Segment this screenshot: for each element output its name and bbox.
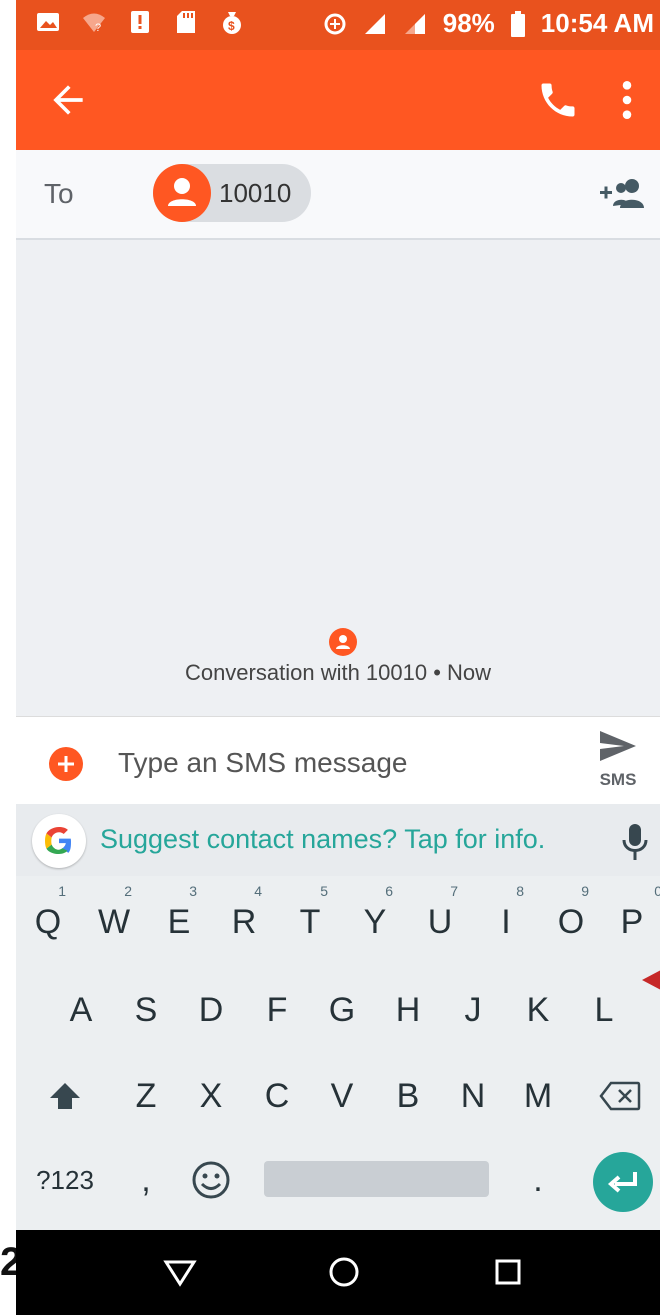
svg-text:$: $ (228, 19, 235, 33)
backspace-key[interactable] (588, 1056, 652, 1136)
key-g[interactable]: G (310, 970, 374, 1050)
key-d[interactable]: D (179, 970, 243, 1050)
key-a[interactable]: A (49, 970, 113, 1050)
image-icon (37, 13, 59, 31)
conversation-area: Conversation with 10010 • Now (16, 240, 660, 716)
sd-card-icon (177, 11, 195, 33)
shift-icon (50, 1083, 80, 1109)
comma-key[interactable]: , (114, 1140, 178, 1220)
emoji-icon (192, 1161, 230, 1199)
compose-bar: SMS (16, 716, 660, 805)
key-m[interactable]: M (506, 1056, 570, 1136)
backspace-icon (599, 1081, 641, 1111)
battery-icon (510, 10, 525, 37)
key-t[interactable]: T5 (278, 882, 342, 962)
money-bag-icon: $ (223, 12, 241, 34)
period-key[interactable]: . (506, 1140, 570, 1220)
conversation-avatar (329, 628, 357, 656)
key-o[interactable]: O9 (539, 882, 603, 962)
key-v[interactable]: V (310, 1056, 374, 1136)
pointer-arrow-icon (642, 970, 660, 990)
navigation-bar (16, 1230, 660, 1315)
message-input[interactable] (118, 745, 548, 781)
key-r[interactable]: R4 (212, 882, 276, 962)
edge-text: 2 (0, 1240, 16, 1284)
enter-icon (607, 1172, 637, 1193)
key-c[interactable]: C (245, 1056, 309, 1136)
key-k[interactable]: K (506, 970, 570, 1050)
enter-key[interactable] (593, 1152, 653, 1212)
signal-icon (404, 13, 425, 34)
key-l[interactable]: L (572, 970, 636, 1050)
key-w[interactable]: W2 (82, 882, 146, 962)
send-icon (600, 731, 636, 761)
data-saver-icon (324, 13, 346, 34)
person-icon (336, 635, 350, 649)
home-circle-icon[interactable] (326, 1254, 362, 1290)
svg-text:?: ? (95, 22, 101, 34)
status-bar: ? $ 98% 10:54 AM (16, 0, 660, 50)
back-triangle-icon[interactable] (162, 1254, 198, 1290)
clock: 10:54 AM (540, 8, 654, 38)
google-logo-icon[interactable] (32, 814, 86, 868)
key-s[interactable]: S (114, 970, 178, 1050)
recents-square-icon[interactable] (490, 1254, 526, 1290)
phone-icon[interactable] (536, 78, 580, 122)
keyboard: Q1 W2 E3 R4 T5 Y6 U7 I8 O9 P0 A S D F G … (16, 876, 660, 1230)
key-u[interactable]: U7 (408, 882, 472, 962)
key-p[interactable]: P0 (604, 882, 660, 962)
key-x[interactable]: X (179, 1056, 243, 1136)
key-q[interactable]: Q1 (16, 882, 80, 962)
recipient-bar: To 10010 (16, 150, 660, 240)
key-e[interactable]: E3 (147, 882, 211, 962)
signal-icon (364, 13, 385, 34)
alert-icon (131, 11, 149, 33)
wifi-question-icon: ? (83, 13, 105, 34)
key-z[interactable]: Z (114, 1056, 178, 1136)
key-j[interactable]: J (441, 970, 505, 1050)
suggestion-text[interactable]: Suggest contact names? Tap for info. (100, 824, 545, 855)
recipient-chip-label: 10010 (219, 178, 292, 208)
send-label: SMS (599, 770, 637, 789)
back-arrow-icon[interactable] (46, 78, 90, 122)
key-i[interactable]: I8 (474, 882, 538, 962)
emoji-key[interactable] (179, 1140, 243, 1220)
to-label: To (44, 178, 74, 209)
suggestion-strip[interactable]: Suggest contact names? Tap for info. (16, 804, 660, 876)
key-h[interactable]: H (376, 970, 440, 1050)
attach-button[interactable] (49, 747, 83, 781)
avatar (153, 164, 211, 222)
app-bar (16, 50, 660, 150)
plus-icon (58, 756, 74, 772)
more-vert-icon[interactable] (612, 78, 642, 122)
conversation-info: Conversation with 10010 • Now (184, 660, 492, 685)
key-f[interactable]: F (245, 970, 309, 1050)
person-icon (168, 178, 196, 206)
recipient-chip[interactable]: 10010 (153, 164, 311, 222)
key-b[interactable]: B (376, 1056, 440, 1136)
send-button[interactable]: SMS (594, 729, 642, 799)
space-bar[interactable] (264, 1161, 489, 1197)
phone-screen: ? $ 98% 10:54 AM To 10010 Conversation w… (16, 0, 660, 1315)
key-y[interactable]: Y6 (343, 882, 407, 962)
symbols-key[interactable]: ?123 (33, 1140, 97, 1220)
add-people-icon[interactable] (598, 176, 646, 212)
shift-key[interactable] (33, 1056, 97, 1136)
key-n[interactable]: N (441, 1056, 505, 1136)
mic-icon[interactable] (620, 822, 650, 862)
battery-percent: 98% (442, 8, 495, 38)
